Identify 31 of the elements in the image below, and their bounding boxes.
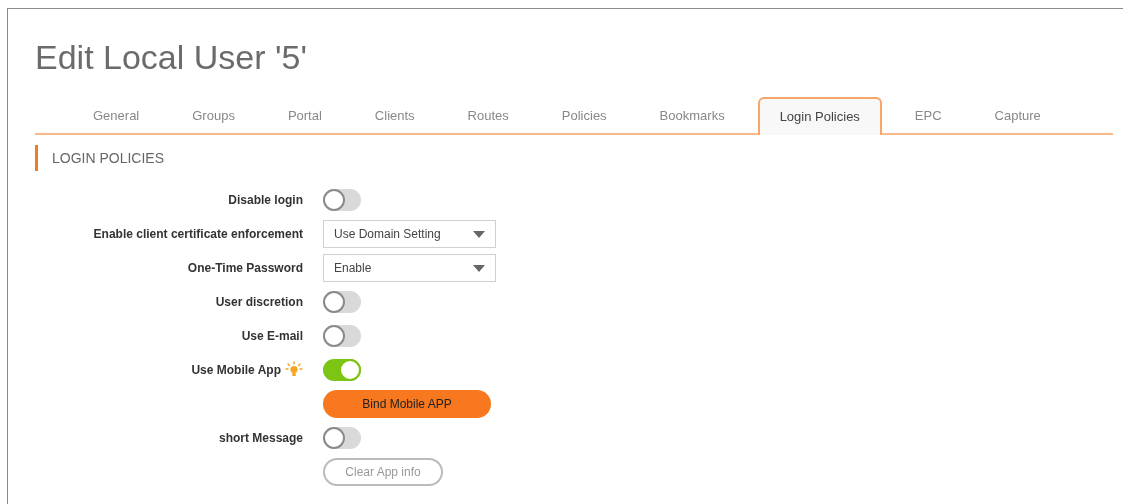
field-label: Use Mobile App bbox=[191, 362, 281, 379]
field-label: Use E-mail bbox=[241, 328, 303, 345]
caret-icon bbox=[473, 230, 485, 238]
toggle-switch[interactable] bbox=[323, 359, 361, 381]
action-button[interactable]: Clear App info bbox=[323, 458, 443, 486]
tab[interactable]: Bookmarks bbox=[639, 97, 745, 135]
tab[interactable]: Capture bbox=[974, 97, 1061, 135]
toggle-switch[interactable] bbox=[323, 291, 361, 313]
field-label: short Message bbox=[218, 430, 303, 447]
toggle-switch[interactable] bbox=[323, 189, 361, 211]
toggle-switch[interactable] bbox=[323, 325, 361, 347]
tab[interactable]: General bbox=[73, 97, 160, 135]
tab[interactable]: Portal bbox=[267, 97, 342, 135]
section-heading: LOGIN POLICIES bbox=[52, 148, 165, 168]
field-label: Disable login bbox=[228, 192, 303, 209]
lightbulb-icon bbox=[285, 361, 303, 379]
tab[interactable]: Groups bbox=[172, 97, 255, 135]
dropdown-select[interactable]: Use Domain Setting bbox=[323, 220, 496, 248]
caret-icon bbox=[473, 264, 485, 272]
dropdown-select[interactable]: Enable bbox=[323, 254, 496, 282]
tab[interactable]: EPC bbox=[894, 97, 962, 135]
tab[interactable]: Login Policies bbox=[757, 97, 882, 135]
tab[interactable]: Clients bbox=[354, 97, 435, 135]
tab[interactable]: Policies bbox=[541, 97, 627, 135]
toggle-switch[interactable] bbox=[323, 427, 361, 449]
action-button[interactable]: Bind Mobile APP bbox=[323, 390, 491, 418]
field-label: Enable client certificate enforcement bbox=[93, 226, 303, 243]
page-title: Edit Local User '5' bbox=[35, 37, 308, 77]
tab[interactable]: Routes bbox=[447, 97, 529, 135]
field-label: User discretion bbox=[215, 294, 303, 311]
field-label: One-Time Password bbox=[187, 260, 303, 277]
